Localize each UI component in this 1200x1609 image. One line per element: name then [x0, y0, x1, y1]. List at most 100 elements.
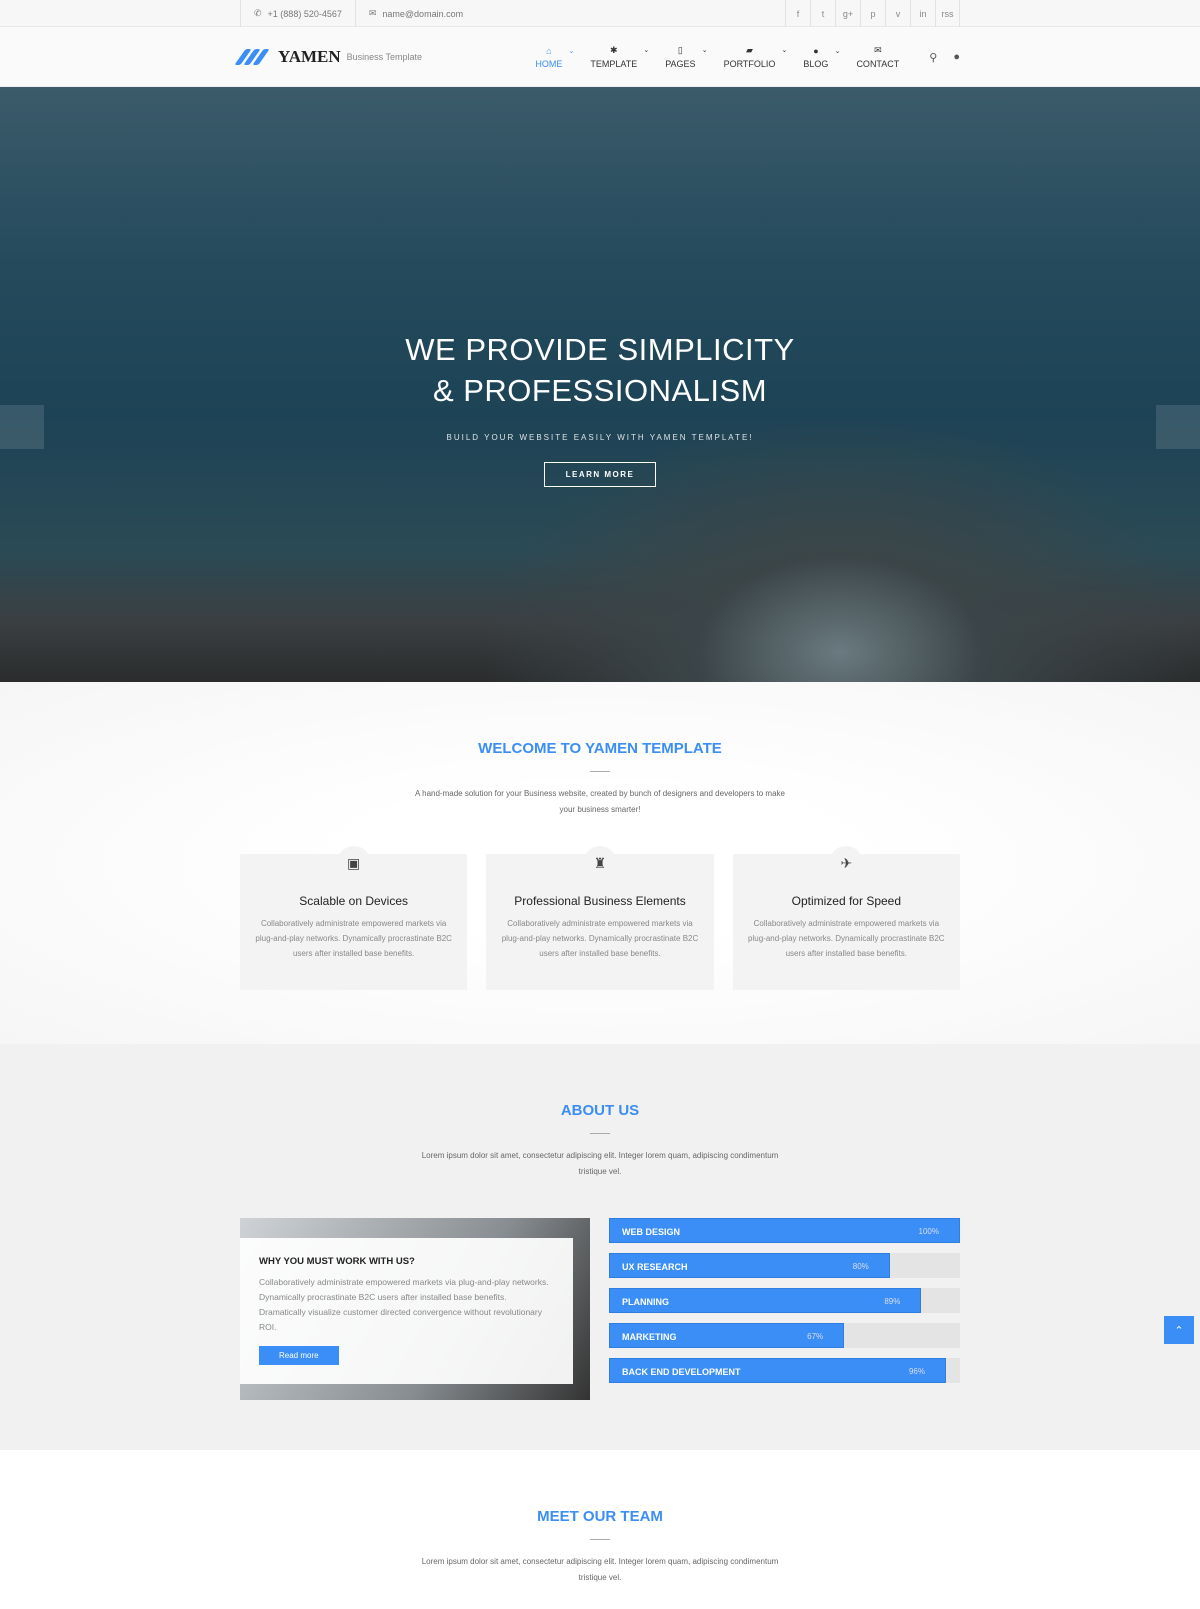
skill-name: PLANNING — [622, 1297, 669, 1307]
email-info[interactable]: ✉ name@domain.com — [354, 0, 476, 27]
phone-text: +1 (888) 520-4567 — [267, 8, 342, 19]
hero-subtitle: BUILD YOUR WEBSITE EASILY WITH YAMEN TEM… — [446, 433, 754, 442]
card-title: WHY YOU MUST WORK WITH US? — [259, 1256, 415, 1267]
nav-label: TEMPLATE — [590, 59, 638, 69]
nav-label: PAGES — [665, 59, 696, 69]
skill-fill: BACK END DEVELOPMENT 96% — [609, 1358, 946, 1383]
pinterest-icon[interactable]: p — [860, 0, 885, 27]
search-icon[interactable]: ⚲ — [929, 51, 937, 64]
divider — [590, 1133, 610, 1134]
learn-more-button[interactable]: LEARN MORE — [543, 462, 657, 487]
skill-name: MARKETING — [622, 1332, 677, 1342]
skill-bar: UX RESEARCH 80% — [609, 1253, 960, 1278]
back-to-top-button[interactable]: ⌃ — [1164, 1316, 1194, 1344]
skill-percent: 67% — [807, 1332, 824, 1341]
top-bar: ✆ +1 (888) 520-4567 ✉ name@domain.com f t … — [0, 0, 1200, 27]
skill-percent: 100% — [918, 1227, 939, 1236]
card-text: Collaboratively administrate empowered m… — [259, 1277, 549, 1332]
about-section: ABOUT US Lorem ipsum dolor sit amet, con… — [0, 1044, 1200, 1450]
nav-item-home[interactable]: ⌂ HOME ⌄ — [521, 46, 576, 69]
phone-info: ✆ +1 (888) 520-4567 — [240, 0, 355, 27]
nav-icon: ⌂ — [546, 45, 552, 56]
nav-item-pages[interactable]: ▯ PAGES ⌄ — [651, 45, 709, 69]
nav-icon: ▰ — [746, 45, 753, 55]
section-title: WELCOME TO YAMEN TEMPLATE — [478, 740, 722, 757]
nav-icon: ▯ — [677, 45, 683, 55]
feature-icon: ✈ — [829, 846, 864, 880]
section-title: ABOUT US — [560, 1102, 640, 1119]
feature-text: Collaboratively administrate empowered m… — [255, 919, 452, 958]
feature-title: Scalable on Devices — [299, 894, 409, 908]
chevron-down-icon: ⌄ — [701, 47, 708, 54]
hero-slider: WE PROVIDE SIMPLICITY & PROFESSIONALISM B… — [0, 87, 1200, 682]
nav-label: PORTFOLIO — [723, 59, 776, 69]
skill-name: WEB DESIGN — [622, 1227, 681, 1237]
rss-icon[interactable]: rss — [935, 0, 960, 27]
feature-title: Optimized for Speed — [791, 894, 902, 908]
feature-card: ✈ Optimized for Speed Collaboratively admi… — [732, 846, 960, 990]
feature-icon: ▣ — [336, 846, 371, 880]
skill-percent: 96% — [908, 1367, 925, 1376]
nav-label: BLOG — [803, 58, 829, 69]
next-slide-button[interactable] — [1156, 405, 1200, 449]
logo-mark-icon — [234, 49, 275, 65]
chevron-down-icon: ⌄ — [781, 47, 788, 54]
phone-icon: ✆ — [254, 8, 262, 18]
hero-title: WE PROVIDE SIMPLICITY & PROFESSIONALISM — [405, 332, 795, 408]
about-card: WHY YOU MUST WORK WITH US? Collaborative… — [240, 1238, 573, 1384]
linkedin-icon[interactable]: in — [910, 0, 935, 27]
nav-icon: ✱ — [610, 45, 618, 55]
skill-bar: PLANNING 89% — [609, 1288, 960, 1313]
nav-item-portfolio[interactable]: ▰ PORTFOLIO ⌄ — [710, 45, 790, 69]
team-section: MEET OUR TEAM Lorem ipsum dolor sit amet… — [0, 1450, 1200, 1609]
main-navigation: YAMEN Business Template ⌂ HOME ⌄ ✱ TEMPLATE ⌄… — [0, 27, 1200, 87]
facebook-icon[interactable]: f — [785, 0, 810, 27]
skill-percent: 80% — [852, 1262, 869, 1271]
skill-fill: MARKETING 67% — [609, 1323, 845, 1348]
nav-label: HOME — [535, 58, 563, 69]
skill-name: BACK END DEVELOPMENT — [622, 1367, 741, 1377]
divider — [590, 771, 610, 772]
feature-icon: ♜ — [582, 846, 617, 880]
skill-bar: BACK END DEVELOPMENT 96% — [609, 1358, 960, 1383]
skill-bars: WEB DESIGN 100% UX RESEARCH 80% PLANNING 89% M… — [609, 1218, 960, 1400]
section-description: A hand-made solution for your Business w… — [415, 789, 785, 814]
prev-slide-button[interactable] — [0, 405, 44, 449]
vimeo-icon[interactable]: v — [885, 0, 910, 27]
nav-label: CONTACT — [856, 59, 900, 69]
social-links: f t g+ p v in rss — [785, 0, 960, 27]
chevron-down-icon: ⌄ — [643, 47, 650, 54]
google-plus-icon[interactable]: g+ — [835, 0, 860, 27]
chevron-up-icon: ⌃ — [1174, 1324, 1184, 1337]
brand-tagline: Business Template — [346, 52, 423, 62]
skill-name: UX RESEARCH — [622, 1262, 688, 1272]
chevron-down-icon: ⌄ — [834, 47, 841, 55]
section-description: Lorem ipsum dolor sit amet, consectetur … — [421, 1151, 779, 1176]
twitter-icon[interactable]: t — [810, 0, 835, 27]
nav-icon: ● — [813, 45, 819, 56]
read-more-button[interactable]: Read more — [259, 1346, 339, 1365]
skill-bar: WEB DESIGN 100% — [609, 1218, 960, 1243]
nav-icon: ✉ — [874, 45, 882, 55]
feature-card: ♜ Professional Business Elements Collabora… — [486, 846, 714, 990]
divider — [590, 1539, 610, 1540]
nav-item-contact[interactable]: ✉ CONTACT — [842, 45, 913, 69]
brand-name: YAMEN — [278, 47, 341, 66]
nav-item-blog[interactable]: ● BLOG ⌄ — [789, 46, 842, 69]
skill-fill: UX RESEARCH 80% — [609, 1253, 890, 1278]
feature-title: Professional Business Elements — [514, 894, 686, 908]
skill-fill: PLANNING 89% — [609, 1288, 922, 1313]
section-description: Lorem ipsum dolor sit amet, consectetur … — [421, 1557, 779, 1582]
feature-text: Collaboratively administrate empowered m… — [748, 919, 945, 958]
chevron-down-icon: ⌄ — [568, 47, 575, 55]
user-icon[interactable]: ● — [953, 51, 960, 64]
skill-bar: MARKETING 67% — [609, 1323, 960, 1348]
nav-menu: ⌂ HOME ⌄ ✱ TEMPLATE ⌄ ▯ PAGES ⌄ ▰ PORTFOLIO ⌄ ● BLOG ⌄… — [521, 45, 913, 69]
feature-card: ▣ Scalable on Devices Collaboratively admi… — [240, 846, 468, 990]
skill-fill: WEB DESIGN 100% — [609, 1218, 960, 1243]
email-text[interactable]: name@domain.com — [382, 9, 463, 19]
logo[interactable]: YAMEN Business Template — [234, 47, 423, 67]
about-image: WHY YOU MUST WORK WITH US? Collaborative… — [240, 1218, 590, 1400]
section-title: MEET OUR TEAM — [537, 1508, 663, 1525]
nav-item-template[interactable]: ✱ TEMPLATE ⌄ — [576, 45, 651, 69]
